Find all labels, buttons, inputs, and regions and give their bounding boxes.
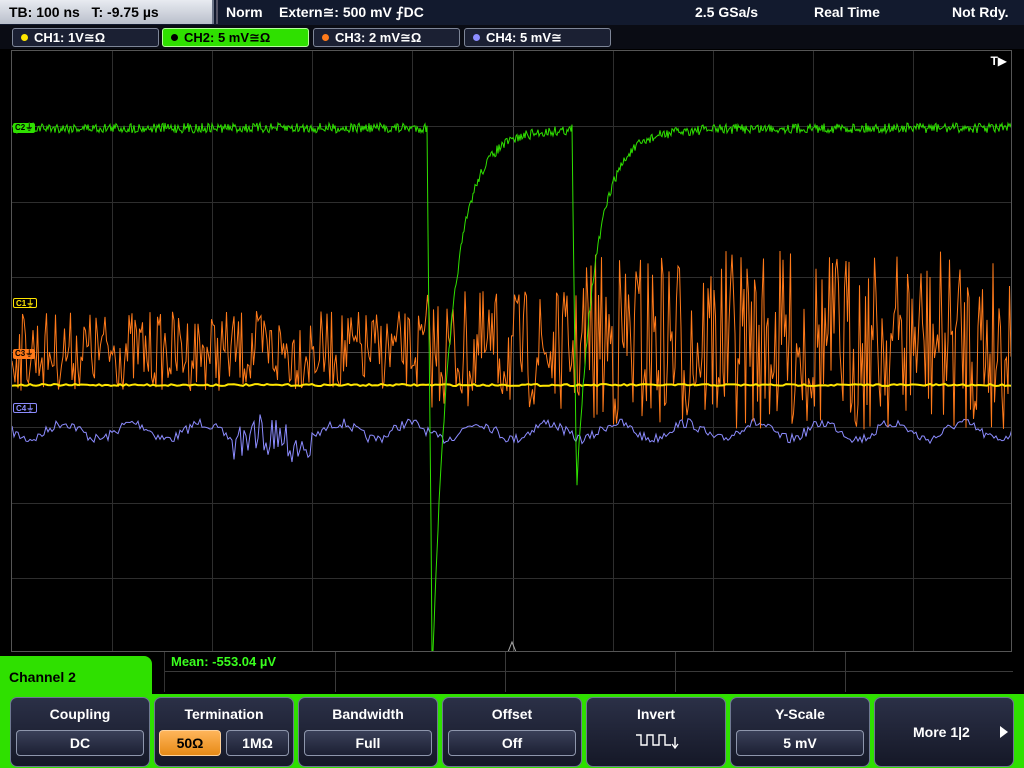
waveform-display[interactable]: T▶ C2⏚ C1⏚ C3⏚ C4⏚ — [11, 50, 1012, 652]
invert-softkey[interactable]: Invert — [586, 697, 726, 767]
more-softkey[interactable]: More 1|2 — [874, 697, 1014, 767]
bandwidth-softkey[interactable]: Bandwidth Full — [298, 697, 438, 767]
status-divider — [216, 0, 218, 24]
trigger-time-label: T: -9.75 µs — [91, 4, 159, 20]
channel-3-tab[interactable]: CH3: 2 mV≅Ω — [313, 28, 460, 47]
termination-softkey[interactable]: Termination 50Ω 1MΩ — [154, 697, 294, 767]
bandwidth-title: Bandwidth — [332, 706, 404, 722]
coupling-softkey[interactable]: Coupling DC — [10, 697, 150, 767]
measurement-divider — [335, 652, 336, 692]
y-scale-softkey[interactable]: Y-Scale 5 mV — [730, 697, 870, 767]
channel-2-label: CH2: 5 mV≅Ω — [184, 30, 271, 45]
channel-4-dot-icon — [473, 34, 480, 41]
invert-title: Invert — [636, 706, 676, 722]
trigger-source[interactable]: Extern≅: 500 mV ⨍DC — [279, 0, 424, 24]
coupling-title: Coupling — [49, 706, 111, 722]
channel-3-ground-marker[interactable]: C3⏚ — [13, 349, 36, 359]
more-label: More 1|2 — [913, 724, 970, 740]
sample-rate: 2.5 GSa/s — [695, 4, 759, 20]
channel-2-tab[interactable]: CH2: 5 mV≅Ω — [162, 28, 309, 47]
trigger-time-marker — [507, 640, 517, 651]
acquisition-mode: Real Time — [814, 4, 880, 20]
y-scale-title: Y-Scale — [775, 706, 825, 722]
offset-value[interactable]: Off — [448, 730, 576, 756]
channel-1-dot-icon — [21, 34, 28, 41]
bandwidth-value[interactable]: Full — [304, 730, 432, 756]
termination-1mohm-option[interactable]: 1MΩ — [226, 730, 289, 756]
acquisition-state: Not Rdy. — [952, 4, 1009, 20]
channel-3-dot-icon — [322, 34, 329, 41]
channel-4-trace — [12, 414, 1011, 463]
arrow-right-icon — [1000, 726, 1008, 738]
trigger-mode[interactable]: Norm — [226, 0, 263, 24]
measurement-divider — [845, 652, 846, 692]
measurement-panel: Mean: -553.04 µV — [164, 652, 1013, 692]
channel-4-label: CH4: 5 mV≅ — [486, 30, 562, 45]
channel-1-tab[interactable]: CH1: 1V≅Ω — [12, 28, 159, 47]
channel-1-label: CH1: 1V≅Ω — [34, 30, 106, 45]
coupling-value[interactable]: DC — [16, 730, 144, 756]
channel-4-ground-marker[interactable]: C4⏚ — [13, 403, 38, 413]
inverted-waveform-icon — [636, 734, 679, 750]
measurement-divider — [505, 652, 506, 692]
mean-measurement[interactable]: Mean: -553.04 µV — [171, 654, 276, 669]
timebase-box[interactable]: TB: 100 ns T: -9.75 µs — [0, 0, 214, 24]
trigger-position-marker: T▶ — [990, 54, 1007, 68]
status-bar: TB: 100 ns T: -9.75 µs Norm Extern≅: 500… — [0, 0, 1024, 25]
channel-2-ground-marker[interactable]: C2⏚ — [13, 123, 36, 133]
waveform-canvas — [12, 51, 1011, 651]
channel-4-tab[interactable]: CH4: 5 mV≅ — [464, 28, 611, 47]
channel-menu-title[interactable]: Channel 2 — [0, 656, 152, 696]
offset-softkey[interactable]: Offset Off — [442, 697, 582, 767]
timebase-label: TB: 100 ns — [9, 4, 80, 20]
offset-title: Offset — [491, 706, 533, 722]
measurement-divider — [165, 671, 1013, 672]
channel-1-ground-marker[interactable]: C1⏚ — [13, 298, 38, 308]
channel-3-label: CH3: 2 mV≅Ω — [335, 30, 422, 45]
y-scale-value[interactable]: 5 mV — [736, 730, 864, 756]
termination-50ohm-option[interactable]: 50Ω — [159, 730, 221, 756]
channel-2-dot-icon — [171, 34, 178, 41]
channel-tab-row: CH1: 1V≅Ω CH2: 5 mV≅Ω CH3: 2 mV≅Ω CH4: 5… — [0, 25, 1024, 49]
termination-title: Termination — [184, 706, 264, 722]
measurement-divider — [675, 652, 676, 692]
